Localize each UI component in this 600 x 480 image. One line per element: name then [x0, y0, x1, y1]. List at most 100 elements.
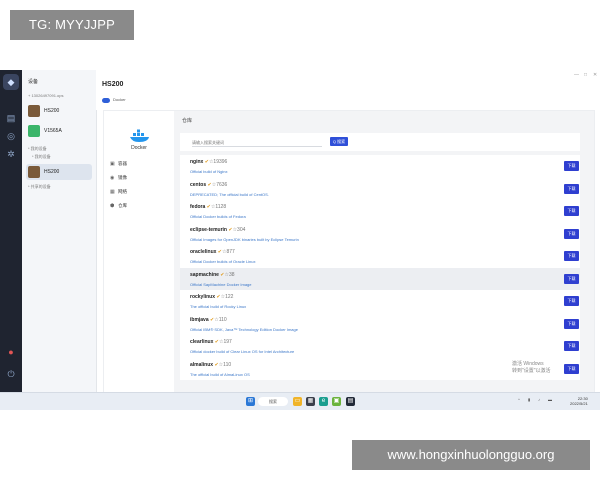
device-name: HS200 [44, 108, 60, 114]
network-icon: ▦ [110, 189, 115, 195]
gear-icon[interactable]: ✲ [5, 148, 17, 160]
image-name: centos [190, 181, 207, 188]
image-name-line: sapmachine ✔☆38 [190, 272, 235, 278]
windows-start-icon[interactable]: ⊞ [246, 397, 255, 406]
device-item-hs200-top[interactable]: HS200 [26, 103, 92, 119]
storage-icon[interactable]: ▤ [5, 112, 17, 124]
device-item-v1565a[interactable]: V1565A [26, 123, 92, 139]
search-input[interactable] [192, 138, 322, 147]
activate-line-1: 激活 Windows [512, 361, 544, 367]
nav-network[interactable]: ▦ 网络 [110, 187, 170, 197]
container-icon: ▣ [110, 161, 115, 167]
nav-registry[interactable]: ⬢ 仓库 [110, 201, 170, 211]
download-button[interactable]: 下载 [564, 206, 579, 216]
list-item[interactable]: ibmjava ✔☆110 Official IBM® SDK, Java™ T… [180, 312, 580, 335]
list-item[interactable]: clearlinux ✔☆197 Official docker build o… [180, 335, 580, 358]
list-item-hovered[interactable]: sapmachine ✔☆38 Official SapMachine Dock… [180, 267, 580, 290]
image-description: Official SapMachine Docker Image [190, 281, 252, 287]
image-description: The official build of Rocky Linux [190, 304, 247, 309]
list-item[interactable]: rockylinux ✔☆122 The official build of R… [180, 290, 580, 313]
list-item[interactable]: eclipse-temurin ✔☆304 Official Images fo… [180, 222, 580, 245]
watermark-top-left: TG: MYYJJPP [10, 10, 134, 40]
app-icon[interactable]: ▣ [332, 397, 341, 406]
image-name: clearlinux [190, 339, 214, 345]
nav-label: 网络 [118, 189, 127, 194]
app-name: Docker [131, 145, 147, 151]
device-item-hs200-active[interactable]: HS200 [26, 164, 92, 180]
image-list: nginx ✔☆19396 Official build of Nginx 下载… [180, 155, 580, 380]
top-header: HS200 Docker — □ ✕ [96, 70, 600, 110]
download-button[interactable]: 下载 [564, 273, 579, 284]
download-button[interactable]: 下载 [564, 161, 579, 171]
nav-label: 容器 [118, 161, 127, 166]
image-name: nginx [190, 159, 204, 165]
image-name-line: eclipse-temurin ✔☆304 [190, 227, 245, 233]
image-name: rockylinux [190, 294, 216, 300]
image-name-line: ibmjava ✔☆110 [190, 317, 227, 323]
app-nav: Docker ▣ 容器 ◉ 镜像 ▦ 网络 ⬢ 仓库 [104, 111, 175, 393]
device-avatar [28, 166, 40, 178]
search-button[interactable]: Q 搜索 [330, 137, 348, 146]
download-button[interactable]: 下载 [564, 251, 579, 261]
list-item[interactable]: nginx ✔☆19396 Official build of Nginx 下载 [180, 155, 580, 178]
image-name: fedora [190, 204, 206, 210]
image-name-line: almalinux ✔☆110 [190, 362, 231, 368]
activate-line-2: 转到"设置"以激活 [512, 368, 551, 374]
edge-browser-icon[interactable]: e [319, 397, 328, 406]
star-count: 7636 [216, 181, 228, 188]
image-name-line: clearlinux ✔☆197 [190, 339, 232, 345]
left-rail: ◆ ▤ ◎ ✲ ● ⏻ [0, 70, 22, 392]
clock-date: 2022/5/21 [570, 401, 588, 406]
taskbar-search[interactable]: 搜索 [258, 397, 288, 406]
device-avatar [28, 105, 40, 117]
download-button[interactable]: 下载 [564, 228, 579, 239]
sidebar-header: 设备 [28, 79, 39, 85]
account-label[interactable]: + 13026497091.ops [28, 93, 63, 98]
taskbar-clock[interactable]: 22:30 2022/5/21 [570, 396, 588, 406]
windows-taskbar: ⊞ 搜索 ▭ ▦ e ▣ ▤ ^ ▮ ♪ ▬ 22:30 2022/5/21 [0, 392, 600, 410]
notification-icon[interactable]: ● [5, 346, 17, 358]
image-description: The official build of AlmaLinux OS [190, 371, 250, 377]
image-description: Official Docker builds of Oracle Linux [190, 259, 256, 264]
group-my-devices[interactable]: * 我的设备 [28, 146, 47, 152]
list-item[interactable]: oraclelinux ✔☆877 Official Docker builds… [180, 245, 580, 268]
list-item[interactable]: fedora ✔☆1128 Official Docker builds of … [180, 200, 580, 223]
app-icon[interactable]: ▤ [346, 397, 355, 406]
download-button[interactable]: 下载 [564, 318, 579, 329]
download-button[interactable]: 下载 [564, 183, 579, 194]
maximize-icon[interactable]: □ [584, 72, 587, 78]
tray-network-icon[interactable]: ▮ [528, 397, 530, 402]
nav-containers[interactable]: ▣ 容器 [110, 159, 170, 169]
group-shared-devices[interactable]: * 共享的设备 [28, 184, 51, 190]
docker-app-panel: Docker ▣容器 ◉镜像 ▦网络 ⬢仓库 仓库 Q 搜索 nginx [103, 110, 595, 394]
list-item[interactable]: centos ✔☆7636 DEPRECATED; The official b… [180, 177, 580, 200]
toggle-label: Docker [113, 97, 126, 102]
star-count: 197 [223, 339, 232, 345]
download-button[interactable]: 下载 [564, 363, 579, 374]
store-icon: ⬢ [110, 203, 115, 209]
close-icon[interactable]: ✕ [593, 72, 597, 78]
image-name: almalinux [190, 361, 214, 368]
tray-volume-icon[interactable]: ♪ [538, 397, 540, 402]
nav-images[interactable]: ◉ 镜像 [110, 173, 170, 183]
power-icon[interactable]: ⏻ [5, 368, 17, 380]
logo-icon[interactable]: ◆ [3, 74, 19, 90]
nav-label: 镜像 [118, 175, 127, 180]
settings-icon[interactable]: ◎ [5, 130, 17, 142]
tray-chevron-icon[interactable]: ^ [518, 397, 520, 402]
device-avatar [28, 125, 40, 137]
activate-windows-watermark: 激活 Windows 转到"设置"以激活 [512, 361, 551, 375]
tray-battery-icon[interactable]: ▬ [548, 397, 552, 402]
star-count: 110 [218, 316, 227, 323]
file-explorer-icon[interactable]: ▭ [293, 397, 302, 406]
desktop-screen: ◆ ▤ ◎ ✲ ● ⏻ 设备 + 13026497091.ops HS200 V… [0, 70, 600, 410]
star-count: 304 [237, 226, 246, 233]
store-app-icon[interactable]: ▦ [306, 397, 315, 406]
image-name-line: nginx ✔☆19396 [190, 159, 227, 165]
download-button[interactable]: 下载 [564, 296, 579, 306]
image-description: Official IBM® SDK, Java™ Technology Edit… [190, 326, 298, 332]
docker-toggle[interactable] [102, 98, 110, 103]
minimize-icon[interactable]: — [574, 72, 579, 78]
download-button[interactable]: 下载 [564, 341, 579, 351]
group-my-devices-sub[interactable]: * 我的设备 [32, 154, 51, 160]
